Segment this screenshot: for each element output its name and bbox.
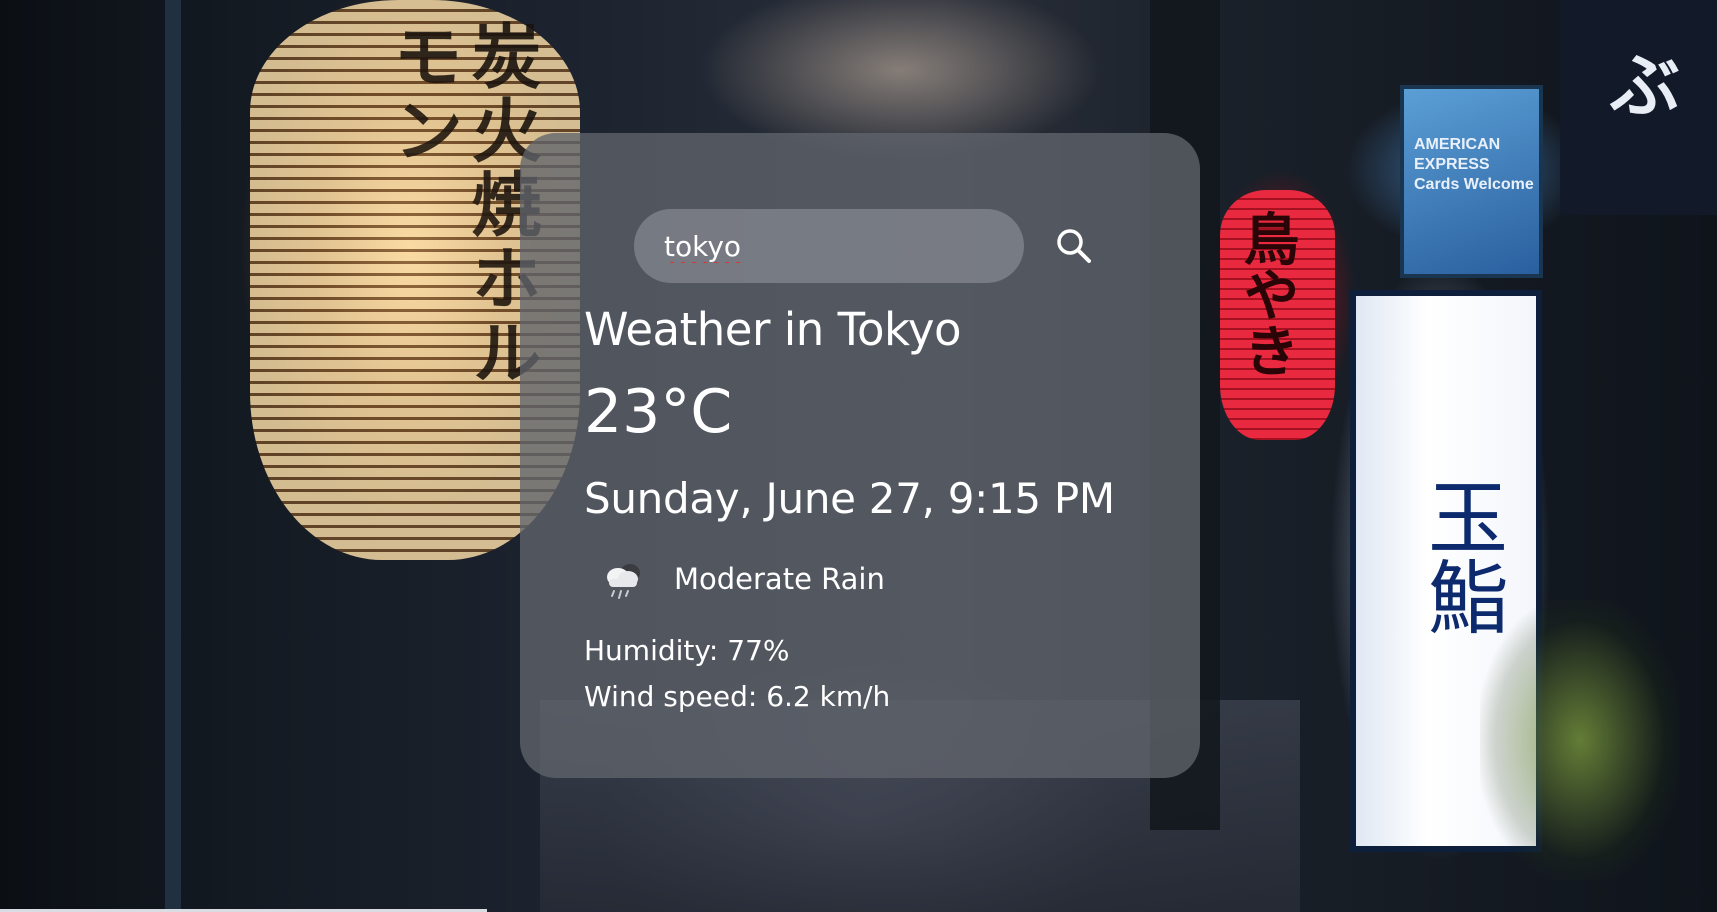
red-lantern-lettering: 鳥やき — [1234, 210, 1300, 378]
search-bar — [634, 209, 1136, 283]
lantern-lettering: 炭火焼ホルモン — [382, 20, 543, 390]
banner-lettering: ぶ — [1610, 44, 1680, 127]
weather-condition: Moderate Rain — [584, 553, 1136, 605]
background-red-lantern: 鳥やき — [1220, 190, 1335, 440]
cloud-rain-icon — [607, 564, 640, 599]
search-button[interactable] — [1044, 216, 1104, 276]
background-photo: 炭火焼ホルモン 鳥やき AMERICAN EXPRESS Cards Welco… — [0, 0, 1717, 912]
background-amex-sign: AMERICAN EXPRESS Cards Welcome — [1400, 85, 1543, 278]
temperature: 23°C — [584, 377, 733, 447]
date-time: Sunday, June 27, 9:15 PM — [584, 474, 1115, 523]
background-pole — [165, 0, 181, 912]
search-icon — [1057, 229, 1091, 263]
humidity: Humidity: 77% — [584, 634, 790, 667]
background-plant — [1480, 600, 1680, 880]
wind-speed: Wind speed: 6.2 km/h — [584, 680, 891, 713]
amex-sign-lettering: AMERICAN EXPRESS Cards Welcome — [1414, 136, 1534, 193]
city-heading: Weather in Tokyo — [584, 303, 962, 356]
search-input[interactable] — [634, 209, 1024, 283]
weather-card: Weather in Tokyo 23°C Sunday, June 27, 9… — [520, 133, 1200, 778]
condition-label: Moderate Rain — [674, 562, 885, 596]
background-banner: ぶ — [1560, 0, 1717, 215]
